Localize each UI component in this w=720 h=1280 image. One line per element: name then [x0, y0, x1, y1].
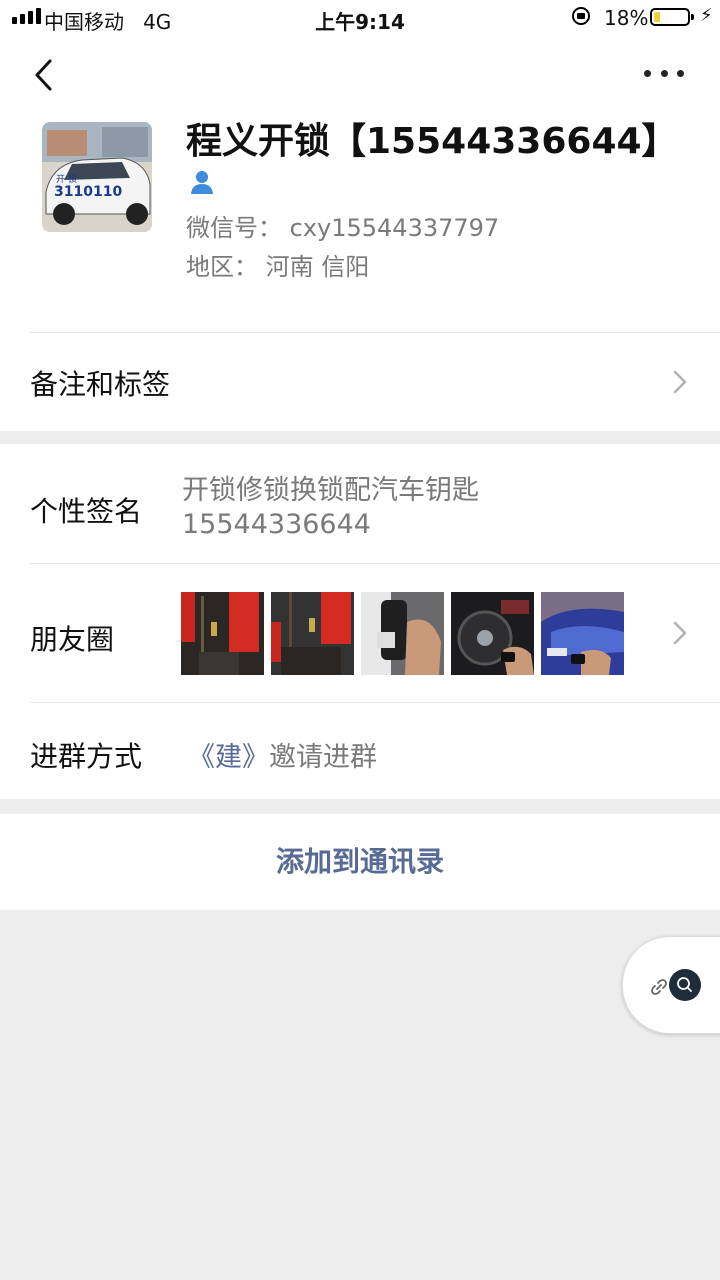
- rotation-lock-icon: [572, 7, 590, 25]
- group-link[interactable]: 《建》: [188, 742, 269, 773]
- signature-label: 个性签名: [30, 495, 143, 528]
- avatar[interactable]: 开 锁 3110110: [42, 122, 152, 232]
- remark-tags-row[interactable]: 备注和标签: [0, 333, 720, 431]
- join-method-value: 《建》邀请进群: [188, 742, 377, 773]
- contact-name: 程义开锁【15544336644】: [186, 121, 678, 162]
- moments-photo-3[interactable]: [361, 592, 444, 675]
- chevron-right-icon: [673, 370, 687, 394]
- link-icon[interactable]: [649, 977, 669, 997]
- back-icon[interactable]: [30, 58, 62, 92]
- moments-photo-1[interactable]: [181, 592, 264, 675]
- region: 地区： 河南 信阳: [186, 253, 370, 281]
- profile-header: 开 锁 3110110 程义开锁【15544336644】 微信号： cxy15…: [0, 36, 720, 431]
- join-method-label: 进群方式: [30, 740, 143, 773]
- search-icon[interactable]: [669, 969, 701, 1001]
- moments-photo-4[interactable]: [451, 592, 534, 675]
- signature-value: 开锁修锁换锁配汽车钥匙 15544336644: [182, 475, 479, 540]
- add-to-contacts-button[interactable]: 添加到通讯录: [0, 814, 720, 910]
- moments-photo-2[interactable]: [271, 592, 354, 675]
- wechat-id: 微信号： cxy15544337797: [186, 214, 500, 242]
- join-method-row: 进群方式 《建》邀请进群: [0, 703, 720, 799]
- more-options-icon[interactable]: [644, 64, 684, 82]
- moments-photo-5[interactable]: [541, 592, 624, 675]
- battery-icon: [650, 8, 694, 26]
- remark-tags-label: 备注和标签: [30, 368, 171, 401]
- svg-text:3110110: 3110110: [54, 184, 122, 200]
- person-icon: [191, 171, 213, 194]
- battery-percent: 18%: [604, 6, 649, 30]
- chevron-right-icon: [673, 621, 687, 645]
- moments-thumbnails: [181, 592, 624, 675]
- status-bar: 中国移动 4G 上午9:14 18% ⚡: [0, 0, 720, 36]
- floating-widget[interactable]: [622, 936, 720, 1034]
- moments-label: 朋友圈: [30, 623, 115, 656]
- moments-row[interactable]: 朋友圈: [0, 564, 720, 702]
- info-section: 个性签名 开锁修锁换锁配汽车钥匙 15544336644 朋友圈 进群方式 《建…: [0, 444, 720, 799]
- charging-icon: ⚡: [700, 5, 713, 26]
